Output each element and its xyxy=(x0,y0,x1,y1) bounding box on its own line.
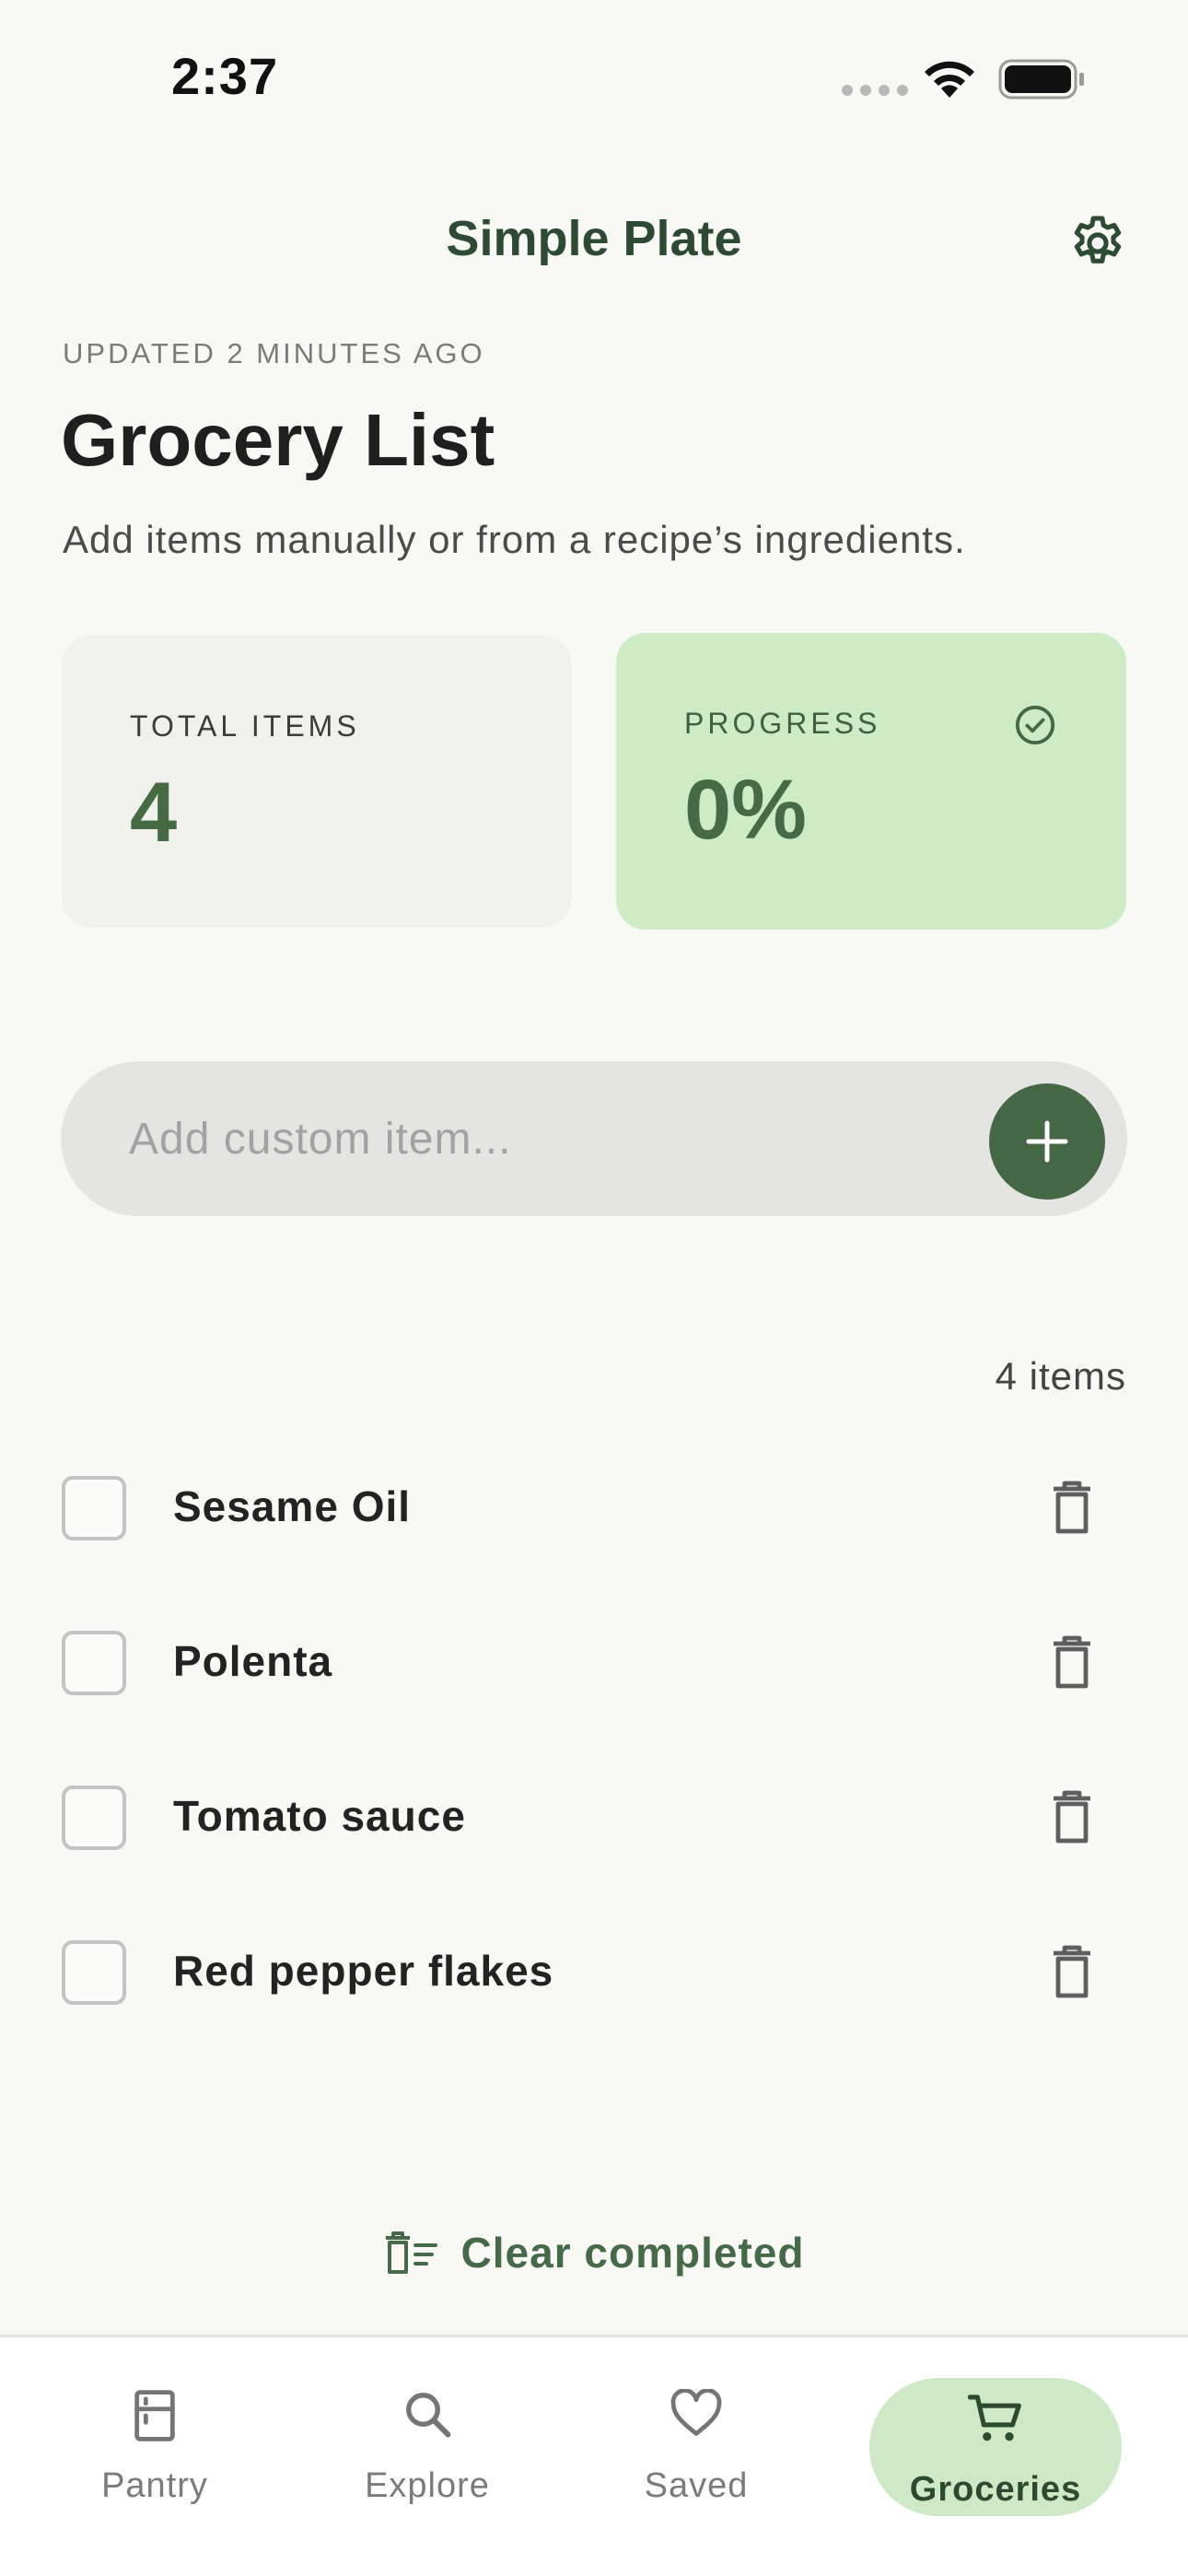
total-items-card: TOTAL ITEMS 4 xyxy=(62,636,572,927)
progress-card: PROGRESS 0% xyxy=(616,633,1126,930)
list-item: Tomato sauce xyxy=(0,1738,1188,1892)
page-subtitle: Add items manually or from a recipe’s in… xyxy=(63,518,966,561)
status-time: 2:37 xyxy=(171,47,279,105)
check-circle-icon xyxy=(1015,705,1055,745)
add-item-input[interactable] xyxy=(129,1095,958,1183)
list-item: Polenta xyxy=(0,1583,1188,1738)
cellular-signal-icon xyxy=(842,85,908,96)
nav-item-saved[interactable]: Saved xyxy=(623,2374,770,2512)
clear-completed-label: Clear completed xyxy=(460,2229,805,2277)
cart-icon xyxy=(968,2395,1021,2441)
nav-label: Saved xyxy=(644,2466,749,2505)
gear-icon xyxy=(1074,216,1122,263)
nav-item-groceries[interactable]: Groceries xyxy=(869,2378,1122,2516)
item-label: Polenta xyxy=(173,1637,333,1685)
settings-button[interactable] xyxy=(1066,212,1129,275)
item-checkbox[interactable] xyxy=(62,1786,126,1850)
trash-icon[interactable] xyxy=(1050,1480,1094,1535)
plus-icon xyxy=(1026,1120,1068,1163)
list-item: Red pepper flakes xyxy=(0,1892,1188,2047)
item-checkbox[interactable] xyxy=(62,1631,126,1695)
heart-icon xyxy=(670,2389,722,2436)
page-title: Grocery List xyxy=(61,399,495,481)
items-count: 4 items xyxy=(995,1354,1126,1398)
total-items-value: 4 xyxy=(130,766,178,860)
app-title: Simple Plate xyxy=(446,211,742,266)
nav-item-explore[interactable]: Explore xyxy=(354,2374,501,2512)
trash-icon[interactable] xyxy=(1050,1789,1094,1844)
trash-icon[interactable] xyxy=(1050,1944,1094,1999)
search-icon xyxy=(406,2393,451,2438)
fridge-icon xyxy=(134,2390,175,2441)
wifi-icon xyxy=(925,61,974,98)
add-item-button[interactable] xyxy=(989,1083,1105,1200)
item-label: Tomato sauce xyxy=(173,1792,466,1840)
status-bar: 2:37 xyxy=(0,0,1188,157)
total-items-label: TOTAL ITEMS xyxy=(130,709,360,743)
nav-label: Groceries xyxy=(909,2470,1082,2509)
item-checkbox[interactable] xyxy=(62,1940,126,2005)
bottom-nav: Pantry Explore Saved Groceries xyxy=(0,2335,1188,2576)
nav-item-pantry[interactable]: Pantry xyxy=(81,2374,228,2512)
progress-value: 0% xyxy=(684,763,807,857)
updated-timestamp: UPDATED 2 MINUTES AGO xyxy=(63,337,485,369)
nav-label: Pantry xyxy=(101,2466,208,2505)
grocery-list: Sesame Oil Polenta Tomato sauce Red pepp… xyxy=(0,1428,1188,2047)
clear-list-icon xyxy=(385,2231,437,2274)
item-checkbox[interactable] xyxy=(62,1476,126,1540)
item-label: Sesame Oil xyxy=(173,1482,412,1530)
nav-label: Explore xyxy=(365,2466,490,2505)
trash-icon[interactable] xyxy=(1050,1634,1094,1690)
battery-icon xyxy=(998,59,1084,100)
item-label: Red pepper flakes xyxy=(173,1947,554,1995)
progress-label: PROGRESS xyxy=(684,707,881,740)
add-item-bar xyxy=(61,1061,1127,1216)
list-item: Sesame Oil xyxy=(0,1428,1188,1583)
clear-completed-button[interactable]: Clear completed xyxy=(0,2228,1188,2277)
